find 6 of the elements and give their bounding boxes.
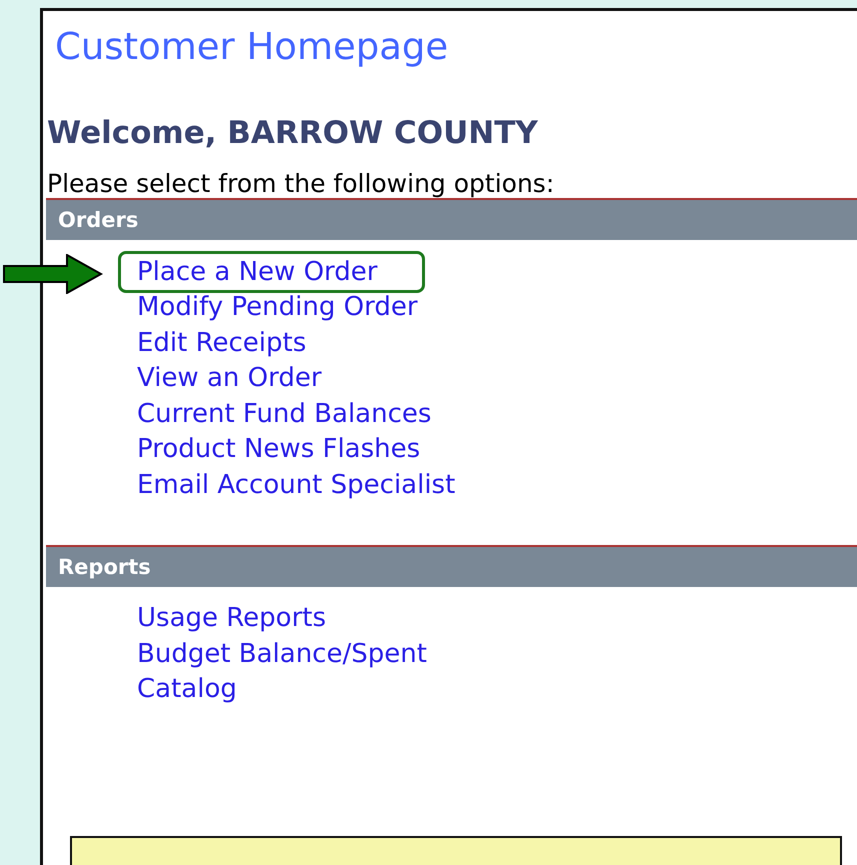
page-title: Customer Homepage [55,24,450,70]
section-title: Orders [58,208,138,232]
section-title: Reports [58,554,151,578]
welcome-heading: Welcome, BARROW COUNTY [47,115,539,151]
menu-link[interactable]: Place a New Order [118,250,426,293]
instructions-text: Please select from the following options: [47,169,556,198]
